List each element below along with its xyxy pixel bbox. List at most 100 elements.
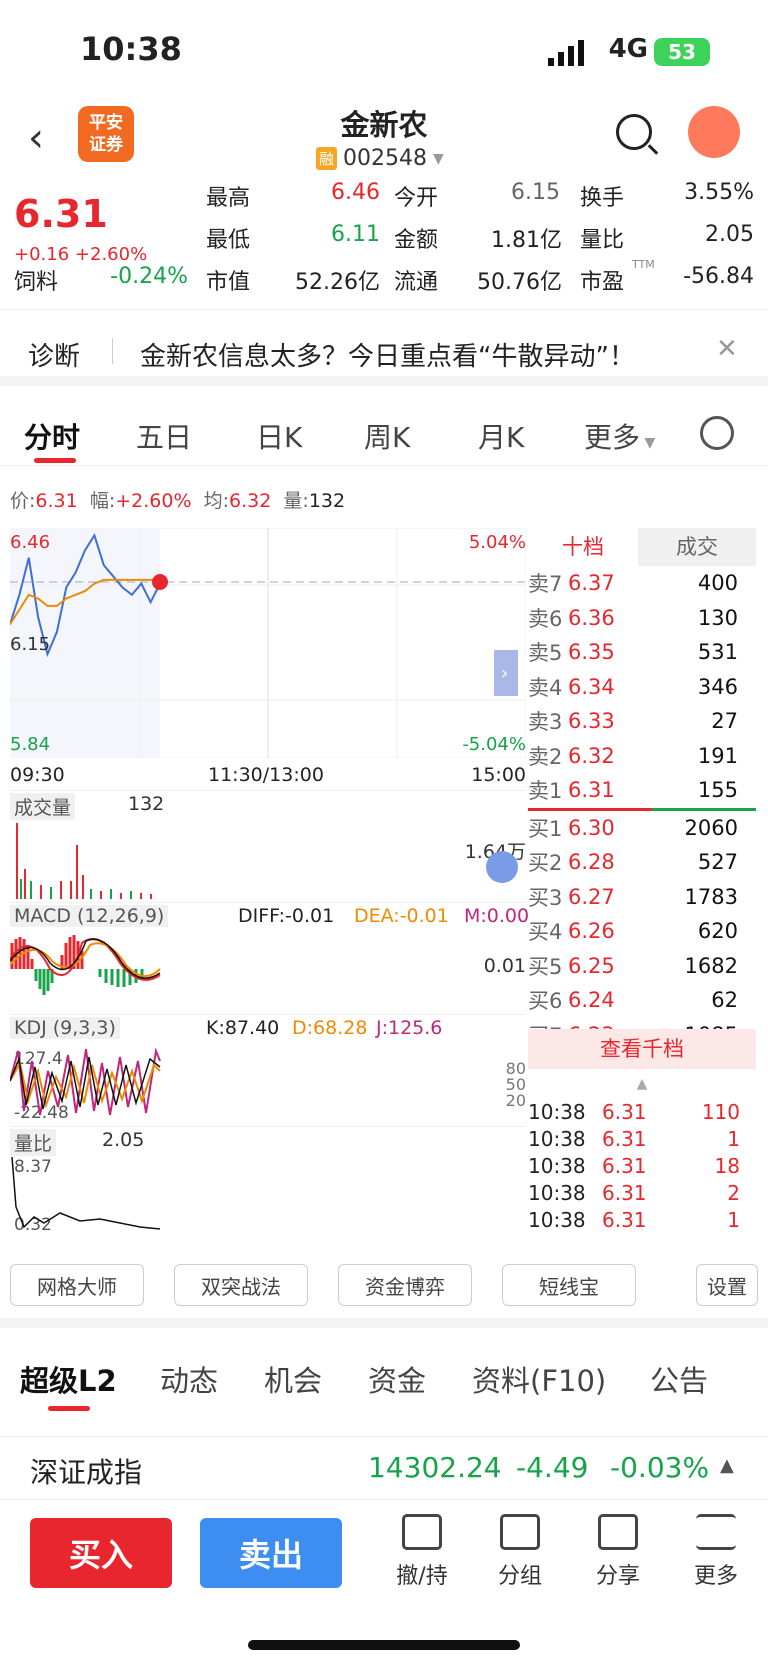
ask-row[interactable]: 卖3 6.33 27	[528, 704, 756, 739]
tab-opportunity[interactable]: 机会	[264, 1358, 322, 1400]
bid-row[interactable]: 买76.231085	[528, 1018, 756, 1029]
bid-level: 买7	[528, 1020, 568, 1029]
bid-row[interactable]: 买2 6.28 527	[528, 845, 756, 880]
industry-v[interactable]: -0.24%	[90, 264, 188, 289]
ask-row[interactable]: 卖5 6.35 531	[528, 635, 756, 670]
macd-panel[interactable]: MACD (12,26,9) DIFF:-0.01 DEA:-0.01 M:0.…	[10, 902, 529, 1012]
vratio-value: 2.05	[102, 1129, 145, 1151]
tab-intraday[interactable]: 分时	[24, 416, 80, 456]
fullscreen-icon[interactable]	[486, 851, 518, 883]
ask-row[interactable]: 卖6 6.36 130	[528, 601, 756, 636]
signal-icon	[548, 40, 584, 66]
ask-price: 6.35	[568, 640, 615, 665]
gear-icon[interactable]	[700, 416, 734, 450]
share-button[interactable]: 分享	[578, 1514, 658, 1590]
bid-price: 6.30	[568, 815, 615, 840]
grid-master-button[interactable]: 网格大师	[10, 1264, 144, 1306]
bid-row[interactable]: 买5 6.25 1682	[528, 949, 756, 984]
tab-more[interactable]: 更多 ▼	[584, 416, 655, 456]
view-thousand-levels-button[interactable]: 查看千档	[528, 1028, 756, 1069]
bid-level: 买2	[528, 851, 563, 876]
tab-monthly-k[interactable]: 月K	[478, 416, 524, 456]
assistant-avatar-icon[interactable]	[688, 106, 740, 158]
bid-row[interactable]: 买3 6.27 1783	[528, 880, 756, 915]
caret-up-icon[interactable]: ▲	[720, 1455, 734, 1476]
close-icon[interactable]: ✕	[716, 334, 738, 364]
bid-level: 买3	[528, 885, 563, 910]
trade-list: 10:38 6.31 110 10:38 6.31 1 10:38 6.31 18 10:38 6.…	[528, 1099, 756, 1234]
price-chart[interactable]: ›	[10, 528, 526, 758]
trade-volume: 1	[727, 1208, 740, 1232]
kdj-panel[interactable]: KDJ (9,3,3) K:87.40 D:68.28 J:125.6 127.…	[10, 1014, 526, 1124]
tab-daily-k[interactable]: 日K	[256, 416, 302, 456]
bid-volume: 620	[697, 919, 738, 944]
tab-funds[interactable]: 资金	[368, 1358, 426, 1400]
bid-row[interactable]: 买1 6.30 2060	[528, 811, 756, 846]
trade-volume: 1	[727, 1127, 740, 1151]
bid-row[interactable]: 买4 6.26 620	[528, 914, 756, 949]
ask-volume: 400	[697, 571, 738, 596]
bid-level: 买6	[528, 989, 563, 1014]
stock-code-selector[interactable]: 融 002548 ▼	[316, 146, 444, 171]
change-abs: +0.16	[14, 244, 70, 265]
ask-row[interactable]: 卖2 6.32 191	[528, 739, 756, 774]
trade-bar: 买入 卖出 撤/持 分组 分享 更多	[0, 1500, 768, 1663]
last-price: 6.31	[14, 192, 108, 236]
tab-tenlevel[interactable]: 十档	[528, 528, 638, 566]
volume-ratio-panel[interactable]: 量比 2.05 8.37 0.32	[10, 1126, 526, 1238]
price-change: +0.16 +2.60%	[14, 244, 147, 265]
caret-up-icon[interactable]: ▲	[528, 1069, 756, 1099]
info-pct-k: 幅:	[89, 490, 116, 512]
double-breakout-button[interactable]: 双突战法	[174, 1264, 308, 1306]
volume-panel[interactable]: 成交量 132 1.64万	[10, 790, 526, 900]
settings-button[interactable]: 设置	[696, 1264, 758, 1306]
more-button[interactable]: 更多	[676, 1514, 756, 1590]
trade-volume: 2	[727, 1181, 740, 1205]
diagnosis-banner[interactable]: 诊断 金新农信息太多？今日重点看“牛散异动”！ ✕	[0, 316, 768, 386]
kdj-label[interactable]: KDJ (9,3,3)	[10, 1017, 120, 1039]
tab-super-l2[interactable]: 超级L2	[20, 1358, 117, 1400]
kdj-j: J:125.6	[376, 1017, 443, 1039]
crosshair-info: 价:6.31 幅:+2.60% 均:6.32 量:132	[10, 486, 345, 513]
change-pct: +2.60%	[74, 244, 148, 265]
kdj-d: D:68.28	[292, 1017, 368, 1039]
macd-axis: 0.01	[483, 955, 526, 977]
group-button[interactable]: 分组	[480, 1514, 560, 1590]
macd-label[interactable]: MACD (12,26,9)	[10, 905, 169, 927]
search-icon[interactable]	[616, 114, 652, 150]
trade-volume: 18	[714, 1154, 740, 1178]
trade-time: 10:38	[528, 1208, 586, 1232]
short-line-button[interactable]: 短线宝	[502, 1264, 636, 1306]
tab-f10[interactable]: 资料(F10)	[472, 1358, 606, 1400]
vratio-label[interactable]: 量比	[10, 1129, 57, 1156]
index-ticker[interactable]: 深证成指 14302.24 -4.49 -0.03% ▲	[0, 1436, 768, 1500]
cancel-hold-button[interactable]: 撤/持	[382, 1514, 462, 1590]
trade-row: 10:38 6.31 110	[528, 1099, 756, 1126]
ask-row[interactable]: 卖1 6.31 155	[528, 773, 756, 808]
ask-level: 卖5	[528, 641, 563, 666]
trade-time: 10:38	[528, 1127, 586, 1151]
capital-game-button[interactable]: 资金博弈	[338, 1264, 472, 1306]
ask-row[interactable]: 卖7 6.37 400	[528, 566, 756, 601]
info-avg-v: 6.32	[229, 490, 272, 512]
sell-button[interactable]: 卖出	[200, 1518, 342, 1588]
trade-price: 6.31	[602, 1127, 647, 1151]
bid-row[interactable]: 买6 6.24 62	[528, 983, 756, 1018]
turnover-k: 换手	[580, 186, 625, 211]
tab-announcement[interactable]: 公告	[650, 1358, 708, 1400]
tab-5day[interactable]: 五日	[136, 416, 192, 456]
index-name: 深证成指	[30, 1456, 143, 1489]
trade-price: 6.31	[602, 1100, 647, 1124]
volume-label[interactable]: 成交量	[10, 793, 76, 820]
ask-level: 卖4	[528, 675, 563, 700]
book-divider	[528, 807, 756, 811]
trade-time: 10:38	[528, 1100, 586, 1124]
tab-news[interactable]: 动态	[160, 1358, 218, 1400]
float-v: 50.76亿	[477, 270, 562, 295]
ask-row[interactable]: 卖4 6.34 346	[528, 670, 756, 705]
tab-trades[interactable]: 成交	[638, 528, 756, 566]
tab-weekly-k[interactable]: 周K	[364, 416, 410, 456]
buy-button[interactable]: 买入	[30, 1518, 172, 1588]
float-k: 流通	[394, 270, 439, 295]
trade-volume: 110	[701, 1100, 740, 1124]
